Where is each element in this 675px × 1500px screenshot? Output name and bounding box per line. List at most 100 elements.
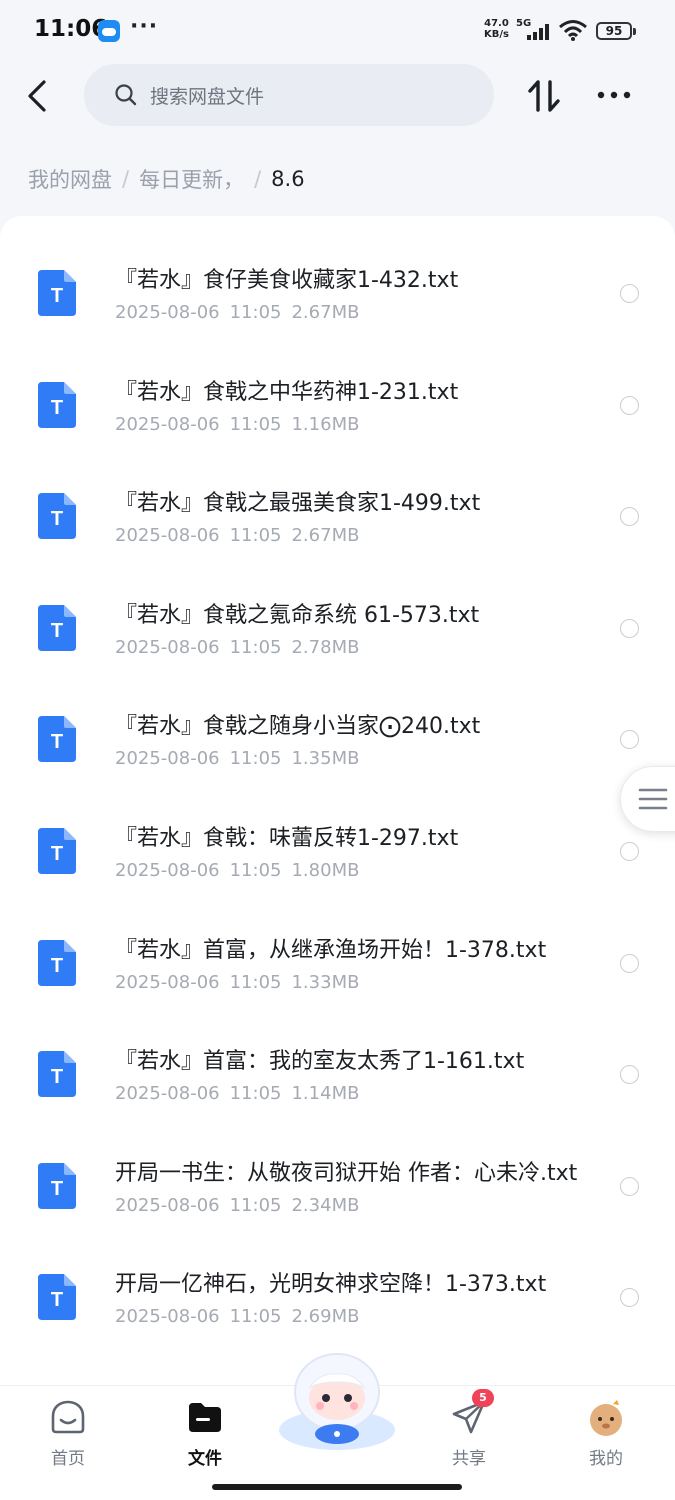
svg-text:T: T [51,1289,63,1311]
file-row[interactable]: T 『若水』食戟：味蕾反转1-297.txt 2025-08-06 11:05 1.80… [0,774,675,885]
home-face-icon [51,1400,85,1434]
file-date: 2025-08-06 [115,302,220,323]
home-indicator [212,1484,462,1490]
txt-file-icon: T [38,939,76,986]
file-size: 2.69MB [291,1306,360,1328]
breadcrumb-my-drive[interactable]: 我的网盘 [28,164,112,194]
svg-text:T: T [51,731,63,753]
search-input[interactable]: 搜索网盘文件 [84,64,494,126]
back-arrow-icon [28,80,46,112]
file-name: 开局一书生：从敬夜司狱开始 作者：心未冷.txt [115,1160,578,1186]
file-size: 2.34MB [291,1194,360,1216]
select-checkbox[interactable] [620,1288,639,1308]
file-meta: 2025-08-06 11:05 2.67MB [115,525,369,546]
file-row[interactable]: T 开局一书生：从敬夜司狱开始 作者：心未冷.txt 2025-08-06 11:05… [0,1109,675,1220]
select-checkbox[interactable] [620,395,639,415]
file-meta: 2025-08-06 11:05 1.14MB [115,1083,369,1104]
svg-text:T: T [51,285,63,307]
breadcrumb-current: 8.6 [271,167,305,191]
file-row[interactable]: T 『若水』食戟之氪命系统 61-573.txt 2025-08-06 11:05 2.… [0,551,675,662]
nav-files[interactable]: 文件 [160,1394,250,1469]
breadcrumb: 我的网盘 / 每日更新， / 8.6 [28,164,305,194]
file-name: 『若水』食戟之氪命系统 61-573.txt [115,602,480,628]
file-name: 『若水』首富：我的室友太秀了1-161.txt [115,1049,525,1075]
nav-share[interactable]: 5 共享 [424,1389,514,1469]
select-checkbox[interactable] [620,953,639,973]
more-options-button[interactable] [592,80,636,110]
sort-button[interactable] [524,76,564,116]
txt-file-icon: T [38,493,76,540]
file-size: 1.14MB [291,1083,360,1105]
select-checkbox[interactable] [620,1065,639,1085]
file-size: 2.78MB [291,636,360,658]
nav-home[interactable]: 首页 [23,1394,113,1469]
select-checkbox[interactable] [620,730,639,750]
file-row[interactable]: T 开局一亿神石，光明女神求空降！1-373.txt 2025-08-06 11:05… [0,1220,675,1331]
select-checkbox[interactable] [620,618,639,638]
file-name: 『若水』食仔美食收藏家1-432.txt [115,268,459,293]
breadcrumb-daily-update[interactable]: 每日更新， [139,164,244,194]
network-speed: 47.0 KB/s [484,18,509,40]
file-size: 1.33MB [291,971,360,993]
file-list: T 『若水』食仔美食收藏家1-432.txt 2025-08-06 11:05 2.67… [0,216,675,1386]
file-row[interactable]: T 『若水』首富：我的室友太秀了1-161.txt 2025-08-06 11:05 1… [0,997,675,1108]
back-button[interactable] [20,74,60,118]
wifi-icon [559,20,587,41]
more-dots-icon [597,91,631,99]
file-date: 2025-08-06 [115,748,220,770]
status-bar: 11:06 ··· 47.0 KB/s 5G 95 [0,0,675,62]
file-name: 『若水』食戟之中华药神1-231.txt [115,379,459,405]
battery-icon: 95 [596,22,636,40]
file-meta: 2025-08-06 11:05 1.80MB [115,860,369,881]
txt-file-icon: T [38,828,76,874]
file-meta: 2025-08-06 11:05 2.78MB [115,637,369,658]
svg-text:T: T [51,843,63,865]
txt-file-icon: T [38,270,76,316]
txt-file-icon: T [38,716,76,763]
file-row[interactable]: T 『若水』食戟之最强美食家1-499.txt 2025-08-06 11:05 2.6… [0,439,675,550]
sort-arrows-icon [528,80,560,112]
file-time: 11:05 [229,302,282,323]
file-size: 1.16MB [291,413,360,435]
nav-home-label: 首页 [51,1449,85,1469]
txt-file-icon: T [38,1051,76,1098]
breadcrumb-separator: / [254,167,262,191]
file-row[interactable]: T 『若水』首富，从继承渔场开始！1-378.txt 2025-08-06 11:05… [0,886,675,997]
file-date: 2025-08-06 [115,971,220,993]
select-checkbox[interactable] [620,842,639,861]
ai-assistant-mascot[interactable] [276,1352,398,1452]
file-date: 2025-08-06 [115,1306,220,1328]
svg-text:T: T [51,1066,63,1088]
mascot-icon [279,1353,395,1450]
file-size: 2.67MB [291,525,360,547]
select-checkbox[interactable] [620,1176,639,1196]
file-time: 11:05 [229,636,282,658]
menu-lines-icon [638,788,668,810]
select-checkbox[interactable] [620,507,639,527]
search-placeholder: 搜索网盘文件 [150,86,265,108]
file-row[interactable]: T 『若水』食戟之中华药神1-231.txt 2025-08-06 11:05 1.16… [0,328,675,439]
network-speed-unit: KB/s [484,29,509,40]
svg-text:T: T [51,620,63,642]
svg-text:T: T [51,1178,63,1200]
select-checkbox[interactable] [620,284,639,303]
avatar-icon [590,1400,622,1436]
file-time: 11:05 [229,971,282,993]
share-badge: 5 [472,1389,494,1407]
txt-file-icon: T [38,1162,76,1209]
file-size: 1.80MB [291,860,360,881]
search-icon [115,84,137,106]
file-date: 2025-08-06 [115,860,220,881]
nav-mine[interactable]: 我的 [561,1394,651,1469]
file-date: 2025-08-06 [115,1194,220,1216]
file-name: 开局一亿神石，光明女神求空降！1-373.txt [115,1272,547,1298]
file-row[interactable]: T 『若水』食仔美食收藏家1-432.txt 2025-08-06 11:05 2.67… [0,216,675,327]
file-name: 『若水』食戟：味蕾反转1-297.txt [115,826,459,851]
txt-file-icon: T [38,604,76,651]
network-speed-value: 47.0 [484,18,509,29]
file-time: 11:05 [229,748,282,770]
file-meta: 2025-08-06 11:05 2.34MB [115,1195,369,1216]
file-date: 2025-08-06 [115,525,220,547]
file-row[interactable]: T 『若水』食戟之随身小当家⨀240.txt 2025-08-06 11:05 1.35… [0,662,675,773]
status-more-icon: ··· [130,14,159,39]
